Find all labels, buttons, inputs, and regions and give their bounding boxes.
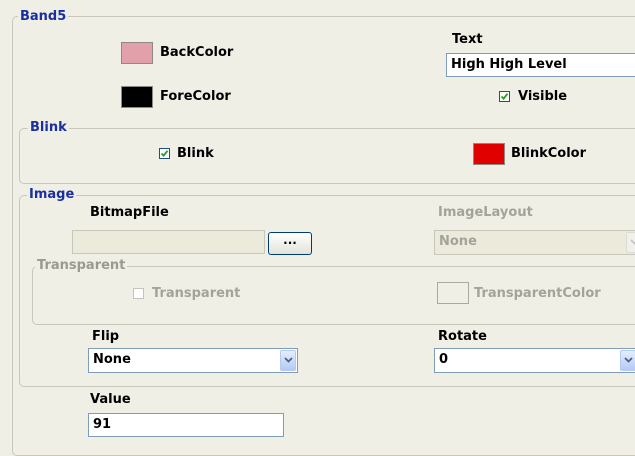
flip-value: None — [93, 352, 131, 367]
blink-label: Blink — [177, 146, 214, 161]
imagelayout-dropdown-button[interactable] — [626, 232, 635, 253]
value-label: Value — [90, 392, 131, 407]
bitmapfile-input[interactable] — [72, 230, 265, 254]
transparent-label: Transparent — [152, 286, 241, 301]
visible-label: Visible — [518, 89, 568, 104]
value-input[interactable]: 91 — [88, 413, 284, 437]
transparentcolor-swatch[interactable] — [437, 282, 469, 304]
imagelayout-select[interactable]: None — [434, 230, 635, 255]
check-icon — [160, 150, 169, 157]
bitmapfile-label: BitmapFile — [90, 205, 169, 220]
rotate-select[interactable]: 0 — [434, 348, 635, 373]
imagelayout-label: ImageLayout — [438, 205, 533, 220]
check-icon — [500, 93, 509, 100]
transparent-checkbox[interactable] — [133, 288, 144, 299]
text-label: Text — [452, 32, 483, 47]
image-legend: Image — [27, 187, 77, 202]
rotate-dropdown-button[interactable] — [620, 350, 635, 371]
flip-label: Flip — [92, 329, 120, 344]
forecolor-label: ForeColor — [160, 89, 231, 104]
rotate-value: 0 — [439, 352, 449, 367]
transparentcolor-label: TransparentColor — [474, 286, 601, 301]
browse-button[interactable]: ... — [268, 232, 312, 255]
transparent-legend: Transparent — [35, 258, 128, 273]
imagelayout-value: None — [439, 234, 477, 249]
text-input[interactable]: High High Level — [446, 53, 635, 77]
band5-legend: Band5 — [18, 9, 69, 24]
visible-checkbox[interactable] — [499, 91, 510, 102]
rotate-label: Rotate — [438, 329, 487, 344]
chevron-down-icon — [630, 239, 635, 245]
forecolor-swatch[interactable] — [121, 86, 153, 108]
backcolor-swatch[interactable] — [121, 42, 153, 64]
flip-dropdown-button[interactable] — [280, 350, 296, 371]
blink-legend: Blink — [28, 120, 69, 135]
backcolor-label: BackColor — [160, 45, 234, 60]
blinkcolor-swatch[interactable] — [473, 143, 505, 165]
blinkcolor-label: BlinkColor — [511, 146, 586, 161]
chevron-down-icon — [284, 357, 293, 363]
chevron-down-icon — [624, 357, 633, 363]
flip-select[interactable]: None — [88, 348, 298, 373]
blink-checkbox[interactable] — [159, 148, 170, 159]
